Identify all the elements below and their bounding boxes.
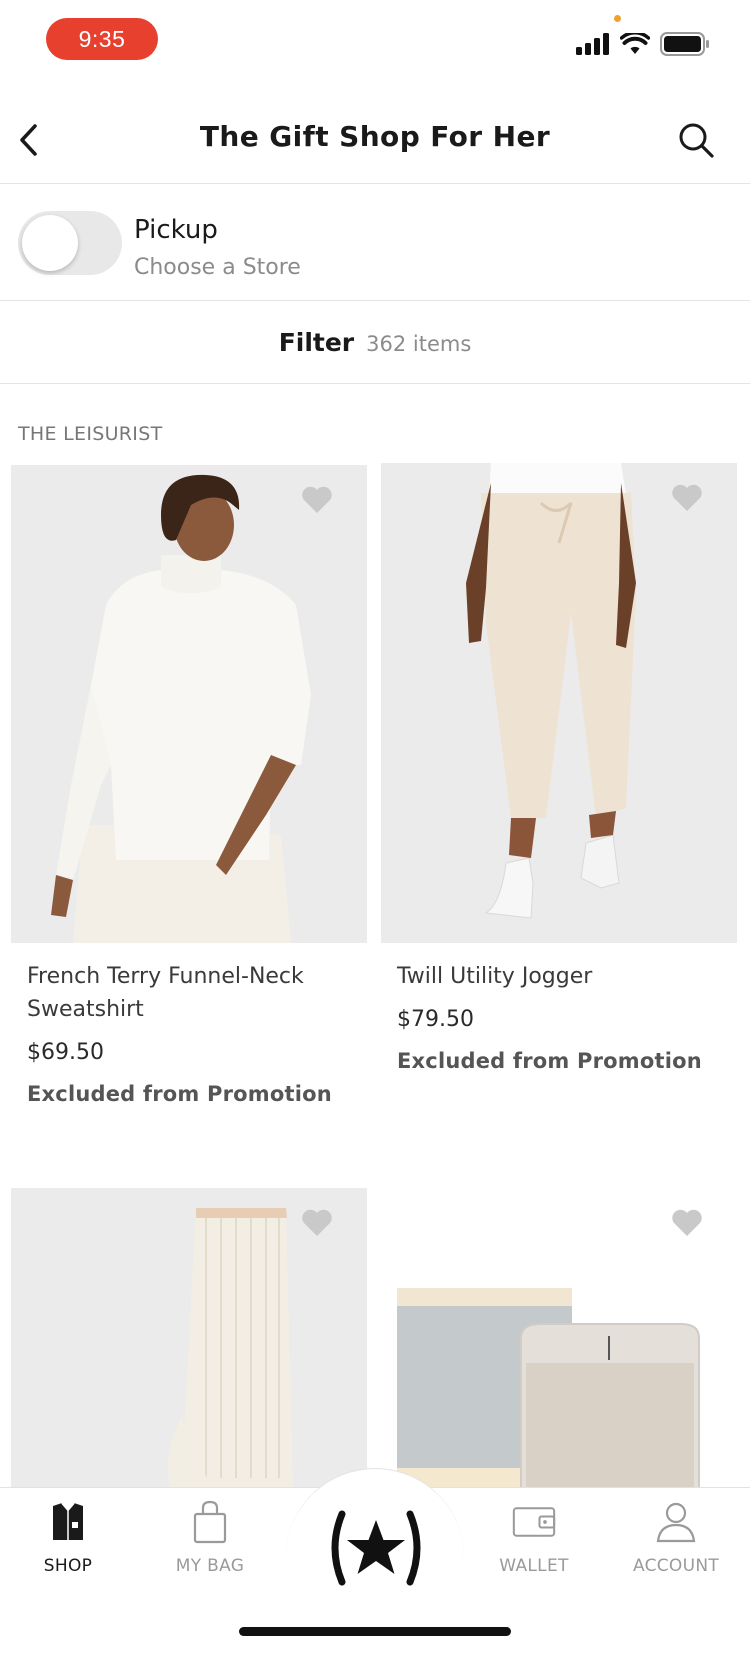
page-title: The Gift Shop For Her [199, 120, 551, 153]
product-image-sweatshirt[interactable] [11, 465, 367, 943]
status-time: 9:35 [46, 18, 158, 60]
section-brand-label: THE LEISURIST [18, 423, 163, 445]
promo-status: Excluded from Promotion [397, 1049, 702, 1073]
filter-button[interactable]: Filter 362 items [0, 302, 750, 384]
tab-wallet[interactable]: WALLET [474, 1498, 594, 1598]
tab-label: MY BAG [175, 1556, 245, 1576]
shirt-icon [46, 1498, 90, 1546]
privacy-indicator-dot [614, 15, 621, 22]
tab-label: WALLET [499, 1556, 569, 1576]
wifi-icon [620, 33, 650, 54]
tab-label: SHOP [43, 1556, 93, 1576]
battery-icon [660, 32, 709, 56]
product-name-line: French Terry Funnel-Neck [27, 964, 304, 989]
search-button[interactable] [674, 118, 718, 162]
product-name[interactable]: French Terry Funnel-Neck Sweatshirt [27, 960, 304, 1026]
bottom-tab-bar: SHOP MY BAG WALLET ACCOUNT [0, 1468, 750, 1653]
product-price: $69.50 [27, 1040, 104, 1065]
user-account-icon [654, 1498, 698, 1546]
pickup-label: Pickup [134, 215, 218, 245]
product-name-line: Twill Utility Jogger [397, 964, 593, 989]
product-name[interactable]: Twill Utility Jogger [397, 960, 592, 993]
tab-account[interactable]: ACCOUNT [616, 1498, 736, 1598]
shopping-bag-icon [188, 1498, 232, 1546]
rewards-star-button[interactable] [316, 1498, 436, 1598]
filter-label: Filter [278, 328, 355, 357]
nav-header: The Gift Shop For Her [0, 98, 750, 184]
product-image-socks[interactable] [11, 1188, 367, 1488]
status-bar: 9:35 [0, 0, 750, 80]
product-image-jogger[interactable] [381, 463, 737, 943]
item-count: 362 items [366, 331, 472, 356]
product-photo [381, 463, 737, 943]
tab-my-bag[interactable]: MY BAG [150, 1498, 270, 1598]
tab-label: ACCOUNT [632, 1556, 720, 1576]
favorite-heart-icon[interactable] [301, 485, 333, 515]
search-icon [679, 123, 714, 158]
product-image-candle[interactable] [381, 1188, 737, 1488]
cellular-signal-icon [576, 33, 609, 55]
product-photo [11, 465, 367, 943]
toggle-knob [22, 215, 78, 271]
status-icons [576, 32, 710, 56]
star-rewards-icon [331, 1510, 421, 1586]
home-indicator[interactable] [239, 1627, 511, 1636]
pickup-toggle[interactable] [18, 211, 122, 275]
favorite-heart-icon[interactable] [301, 1208, 333, 1238]
favorite-heart-icon[interactable] [671, 1208, 703, 1238]
choose-store-link[interactable]: Choose a Store [134, 255, 301, 280]
promo-status: Excluded from Promotion [27, 1082, 332, 1106]
tab-shop[interactable]: SHOP [8, 1498, 128, 1598]
wallet-icon [512, 1498, 556, 1546]
product-name-line: Sweatshirt [27, 997, 144, 1022]
favorite-heart-icon[interactable] [671, 483, 703, 513]
product-price: $79.50 [397, 1007, 474, 1032]
pickup-row: Pickup Choose a Store [0, 185, 750, 301]
